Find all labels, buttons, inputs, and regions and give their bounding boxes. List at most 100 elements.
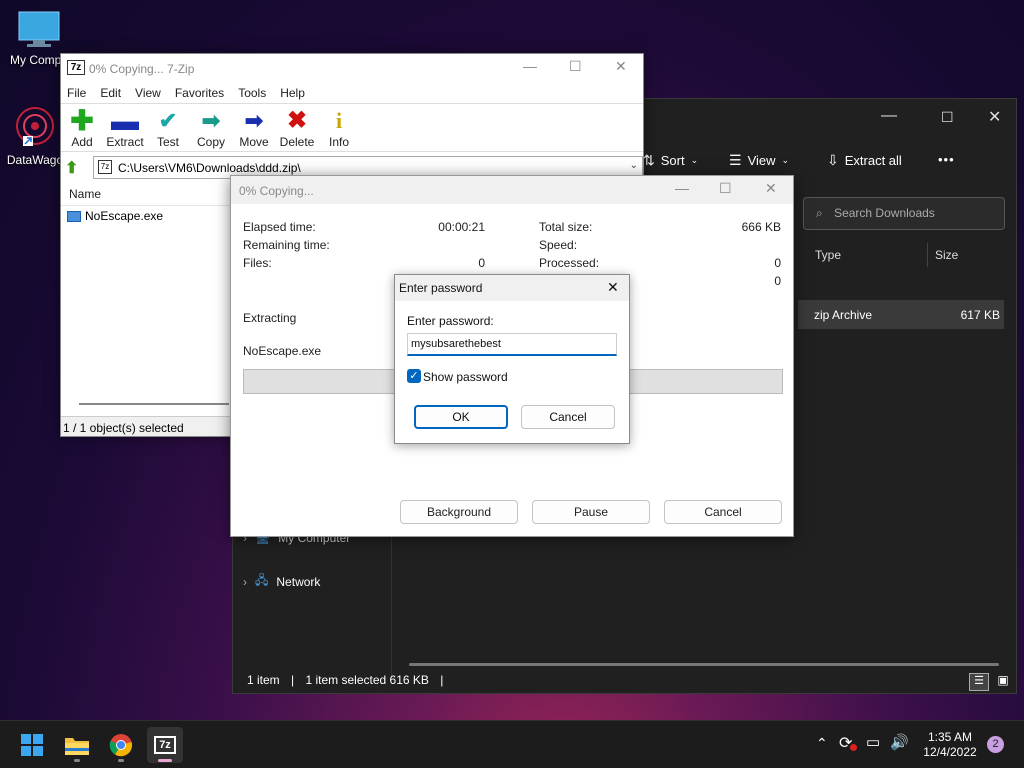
horizontal-scrollbar[interactable] — [409, 663, 999, 666]
exe-file-icon — [67, 210, 81, 222]
total-size-value: 666 KB — [741, 220, 781, 234]
password-value: mysubsarethebest — [411, 338, 501, 350]
show-password-checkbox[interactable]: ✓ — [407, 369, 421, 383]
more-icon: ••• — [938, 152, 955, 167]
running-indicator — [118, 759, 124, 762]
view-button[interactable]: ☰ View ⌄ — [729, 152, 789, 169]
dialog-title: Enter password — [399, 281, 483, 295]
taskbar: 7z ⌃ ⟳ ▭ 🔊 1:35 AM 12/4/2022 2 — [0, 720, 1024, 768]
files-label: Files: — [243, 256, 272, 270]
minimize-icon[interactable]: — — [523, 58, 537, 74]
nav-item-network[interactable]: › 🖧 Network — [243, 571, 320, 592]
path-value: C:\Users\VM6\Downloads\ddd.zip\ — [118, 161, 301, 175]
sort-button[interactable]: ⇅ Sort ⌄ — [643, 152, 698, 169]
background-button[interactable]: Background — [400, 500, 518, 524]
info-button[interactable]: i Info — [314, 107, 364, 149]
clock-time: 1:35 AM — [927, 730, 973, 744]
pause-button[interactable]: Pause — [532, 500, 650, 524]
show-password-label: Show password — [423, 370, 508, 384]
ok-button[interactable]: OK — [414, 405, 508, 429]
volume-icon[interactable]: 🔊 — [890, 733, 909, 751]
chrome-icon — [109, 734, 133, 757]
files-value: 0 — [478, 256, 485, 270]
sevenzip-icon: 7z — [154, 736, 176, 754]
clock-date: 12/4/2022 — [923, 745, 977, 759]
more-options-button[interactable]: ••• — [938, 152, 955, 167]
processed-label: Processed: — [539, 256, 600, 270]
close-icon[interactable]: ✕ — [765, 180, 777, 197]
maximize-icon[interactable]: ☐ — [569, 58, 582, 75]
tiles-view-icon[interactable]: ▣ — [993, 673, 1013, 691]
processed-value: 0 — [774, 256, 781, 270]
file-name: NoEscape.exe — [85, 209, 164, 223]
menu-help[interactable]: Help — [280, 86, 305, 100]
start-button[interactable] — [14, 727, 50, 763]
file-row[interactable]: zip Archive 617 KB — [798, 300, 1004, 329]
divider — [61, 103, 643, 104]
divider — [61, 205, 231, 206]
selection-status: 1 / 1 object(s) selected — [63, 421, 184, 435]
minimize-icon[interactable]: — — [881, 107, 897, 125]
taskbar-chrome[interactable] — [103, 727, 139, 763]
maximize-icon[interactable]: ☐ — [719, 180, 732, 197]
password-input[interactable]: mysubsarethebest — [407, 333, 617, 356]
taskbar-file-explorer[interactable] — [59, 727, 95, 763]
chevron-down-icon[interactable]: ⌄ — [630, 160, 638, 171]
menu-tools[interactable]: Tools — [238, 86, 266, 100]
status-item-count: 1 item — [247, 673, 280, 687]
sort-icon: ⇅ — [643, 152, 655, 168]
dialog-title: 0% Copying... — [239, 184, 314, 198]
status-selected: 1 item selected 616 KB — [305, 673, 429, 687]
menu-file[interactable]: File — [67, 86, 86, 100]
view-label: View — [747, 153, 776, 168]
search-input[interactable]: ⌕ Search Downloads — [803, 197, 1005, 230]
cancel-button[interactable]: Cancel — [664, 500, 782, 524]
minimize-icon[interactable]: — — [675, 180, 689, 196]
chevron-up-icon[interactable]: ⌃ — [816, 735, 828, 752]
add-label: Add — [71, 135, 93, 149]
taskbar-7zip[interactable]: 7z — [147, 727, 183, 763]
menu-favorites[interactable]: Favorites — [175, 86, 224, 100]
close-icon[interactable]: ✕ — [988, 107, 1001, 127]
details-view-icon[interactable]: ☰ — [969, 673, 989, 691]
copy-label: Copy — [196, 135, 225, 149]
current-file: NoEscape.exe — [243, 344, 322, 358]
sort-label: Sort — [660, 153, 685, 168]
test-label: Test — [156, 135, 179, 149]
list-item[interactable]: NoEscape.exe — [67, 209, 163, 223]
move-label: Move — [239, 135, 269, 149]
chevron-right-icon: › — [243, 574, 247, 589]
column-header-name[interactable]: Name — [69, 187, 101, 201]
maximize-icon[interactable]: ☐ — [941, 109, 954, 126]
speed-label: Speed: — [539, 238, 578, 252]
cancel-button[interactable]: Cancel — [521, 405, 615, 429]
close-icon[interactable]: ✕ — [607, 279, 619, 296]
extract-all-button[interactable]: ⇩ Extract all — [827, 152, 902, 169]
menu-bar: File Edit View Favorites Tools Help — [67, 86, 305, 100]
chevron-down-icon: ⌄ — [781, 155, 790, 165]
monitor-icon — [18, 11, 60, 47]
clock[interactable]: 1:35 AM 12/4/2022 — [918, 730, 982, 760]
info-icon: i — [335, 108, 343, 133]
remaining-label: Remaining time: — [243, 238, 330, 252]
divider — [61, 151, 643, 152]
horizontal-scrollbar[interactable] — [79, 403, 229, 405]
column-header-size[interactable]: Size — [935, 248, 958, 262]
network-icon[interactable]: ▭ — [866, 733, 880, 751]
info-label: Info — [328, 135, 349, 149]
close-icon[interactable]: ✕ — [615, 58, 627, 75]
chevron-down-icon: ⌄ — [690, 155, 699, 165]
sevenzip-app-icon: 7z — [67, 60, 85, 75]
menu-view[interactable]: View — [135, 86, 161, 100]
delete-label: Delete — [279, 135, 315, 149]
network-icon: 🖧 — [255, 573, 269, 587]
menu-edit[interactable]: Edit — [100, 86, 121, 100]
file-type: zip Archive — [814, 308, 873, 322]
running-indicator — [158, 759, 172, 762]
column-header-type[interactable]: Type — [815, 248, 841, 262]
elapsed-label: Elapsed time: — [243, 220, 316, 234]
extract-icon: ⇩ — [827, 152, 839, 168]
column-divider — [927, 243, 928, 267]
up-folder-icon[interactable]: ⬆ — [65, 158, 83, 177]
notification-badge[interactable]: 2 — [987, 736, 1004, 753]
